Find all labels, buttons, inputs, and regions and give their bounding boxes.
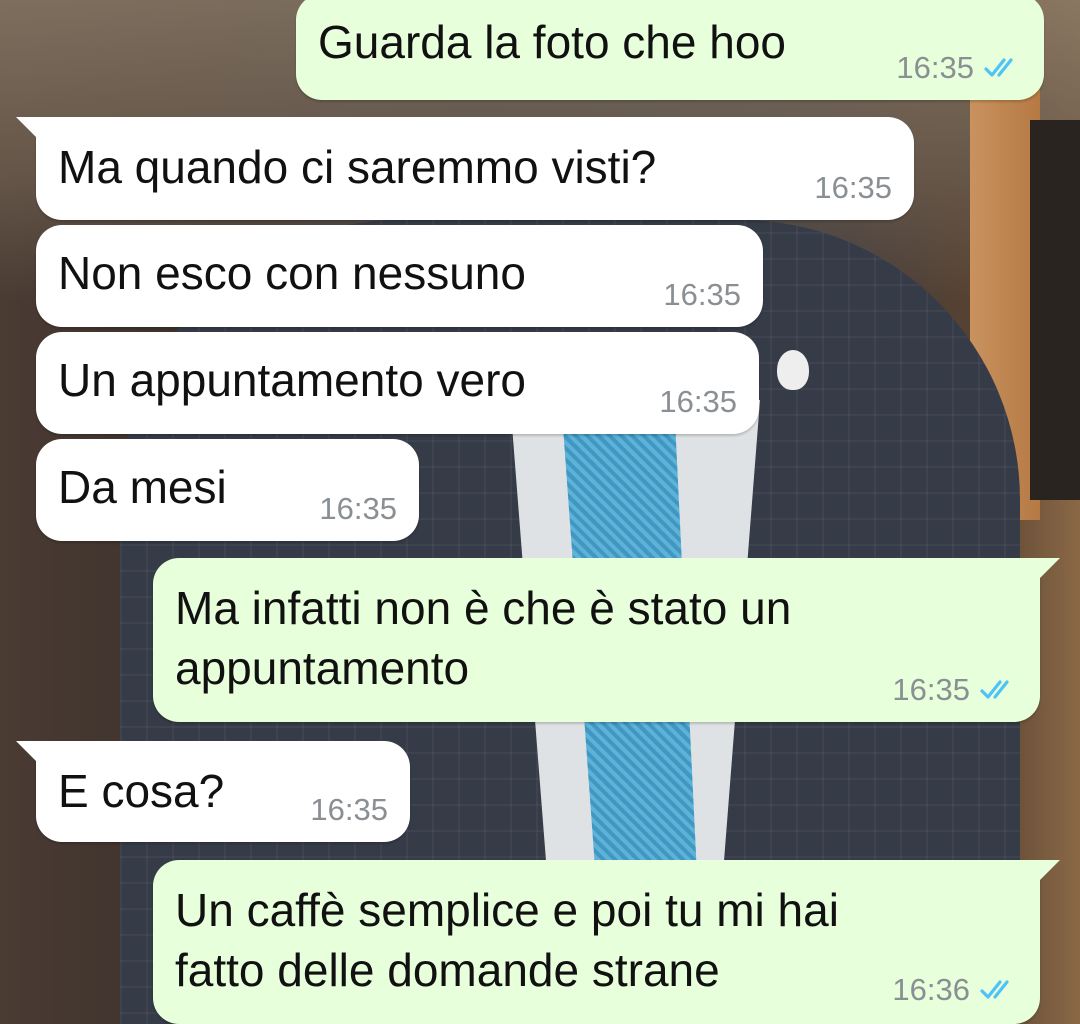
message-text: Ma quando ci saremmo visti? xyxy=(58,141,657,193)
message-time: 16:35 xyxy=(892,672,970,707)
message-text: Un appuntamento vero xyxy=(58,354,526,406)
message-bubble-outgoing[interactable]: Guarda la foto che hoo 16:35 xyxy=(296,0,1044,100)
message-bubble-incoming[interactable]: Ma quando ci saremmo visti? 16:35 xyxy=(16,117,914,220)
message-meta: 16:35 xyxy=(310,792,388,828)
message-meta: 16:36 xyxy=(892,972,1018,1008)
message-time: 16:35 xyxy=(310,792,388,827)
message-meta: 16:35 xyxy=(659,384,737,420)
message-meta: 16:35 xyxy=(814,170,892,206)
message-time: 16:35 xyxy=(896,50,974,85)
message-meta: 16:35 xyxy=(319,491,397,527)
message-bubble-incoming[interactable]: Da mesi 16:35 xyxy=(36,439,419,541)
message-bubble-outgoing[interactable]: Ma infatti non è che è stato un appuntam… xyxy=(153,558,1060,722)
message-text: Da mesi xyxy=(58,461,227,513)
message-text: E cosa? xyxy=(58,765,225,817)
double-check-read-icon xyxy=(984,58,1013,77)
double-check-read-icon xyxy=(980,680,1009,699)
message-text: Un caffè semplice e poi tu mi hai fatto … xyxy=(175,884,839,996)
message-text: Ma infatti non è che è stato un appuntam… xyxy=(175,582,792,694)
message-time: 16:35 xyxy=(319,491,397,526)
message-text: Guarda la foto che hoo xyxy=(318,16,786,68)
message-time: 16:36 xyxy=(892,972,970,1007)
message-meta: 16:35 xyxy=(896,50,1022,86)
message-text: Non esco con nessuno xyxy=(58,247,526,299)
message-bubble-incoming[interactable]: Un appuntamento vero 16:35 xyxy=(36,332,759,434)
message-time: 16:35 xyxy=(659,384,737,419)
message-time: 16:35 xyxy=(814,170,892,205)
message-meta: 16:35 xyxy=(663,277,741,313)
message-meta: 16:35 xyxy=(892,672,1018,708)
message-bubble-incoming[interactable]: E cosa? 16:35 xyxy=(16,741,410,842)
message-bubble-outgoing[interactable]: Un caffè semplice e poi tu mi hai fatto … xyxy=(153,860,1060,1024)
double-check-read-icon xyxy=(980,980,1009,999)
message-list[interactable]: Guarda la foto che hoo 16:35 Ma quando c… xyxy=(0,0,1080,1024)
message-bubble-incoming[interactable]: Non esco con nessuno 16:35 xyxy=(36,225,763,327)
message-time: 16:35 xyxy=(663,277,741,312)
